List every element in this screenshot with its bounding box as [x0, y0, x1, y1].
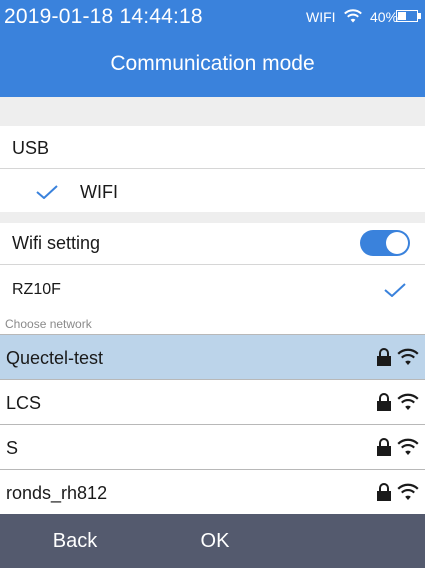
- lock-icon: [377, 348, 391, 366]
- wifi-icon: [344, 9, 362, 23]
- network-item-lcs[interactable]: LCS: [0, 380, 425, 425]
- network-name: ronds_rh812: [6, 483, 108, 503]
- battery-tip: [418, 13, 421, 19]
- section-gap: [0, 97, 425, 126]
- wifi-icon: [397, 348, 419, 365]
- network-item-s[interactable]: S: [0, 425, 425, 470]
- checkmark-icon: [36, 185, 58, 199]
- battery-percent: 40%: [370, 9, 399, 25]
- current-network-name: RZ10F: [12, 281, 61, 298]
- network-name: Quectel-test: [6, 348, 104, 368]
- battery-icon: [396, 10, 418, 22]
- page-title: Communication mode: [110, 52, 315, 75]
- toggle-knob: [386, 232, 408, 254]
- mode-option-wifi[interactable]: WIFI: [0, 169, 425, 212]
- header-bar: 2019-01-18 14:44:18 WIFI 40% Communicati…: [0, 0, 425, 97]
- mode-option-usb[interactable]: USB: [0, 126, 425, 168]
- wifi-icon: [397, 438, 419, 455]
- status-network-label: WIFI: [306, 9, 336, 25]
- status-bar: 2019-01-18 14:44:18 WIFI 40%: [0, 0, 425, 36]
- checkmark-icon: [384, 283, 406, 297]
- wifi-setting-label: Wifi setting: [12, 233, 101, 253]
- wifi-icon: [397, 483, 419, 500]
- network-name: S: [6, 438, 19, 458]
- network-item-quectel-test[interactable]: Quectel-test: [0, 335, 425, 380]
- back-button[interactable]: Back: [30, 514, 120, 568]
- choose-network-label: Choose network: [5, 317, 92, 331]
- footer-bar: Back OK: [0, 514, 425, 568]
- battery-fill: [398, 12, 406, 20]
- ok-button[interactable]: OK: [180, 514, 250, 568]
- mode-option-label: WIFI: [80, 182, 118, 202]
- wifi-toggle[interactable]: [360, 230, 410, 256]
- current-network-row[interactable]: RZ10F: [0, 265, 425, 313]
- lock-icon: [377, 438, 391, 456]
- lock-icon: [377, 393, 391, 411]
- wifi-icon: [397, 393, 419, 410]
- mode-option-label: USB: [12, 138, 50, 158]
- network-name: LCS: [6, 393, 42, 413]
- status-datetime: 2019-01-18 14:44:18: [4, 5, 203, 28]
- section-gap: [0, 212, 425, 223]
- lock-icon: [377, 483, 391, 501]
- network-item-ronds-rh812[interactable]: ronds_rh812: [0, 470, 425, 514]
